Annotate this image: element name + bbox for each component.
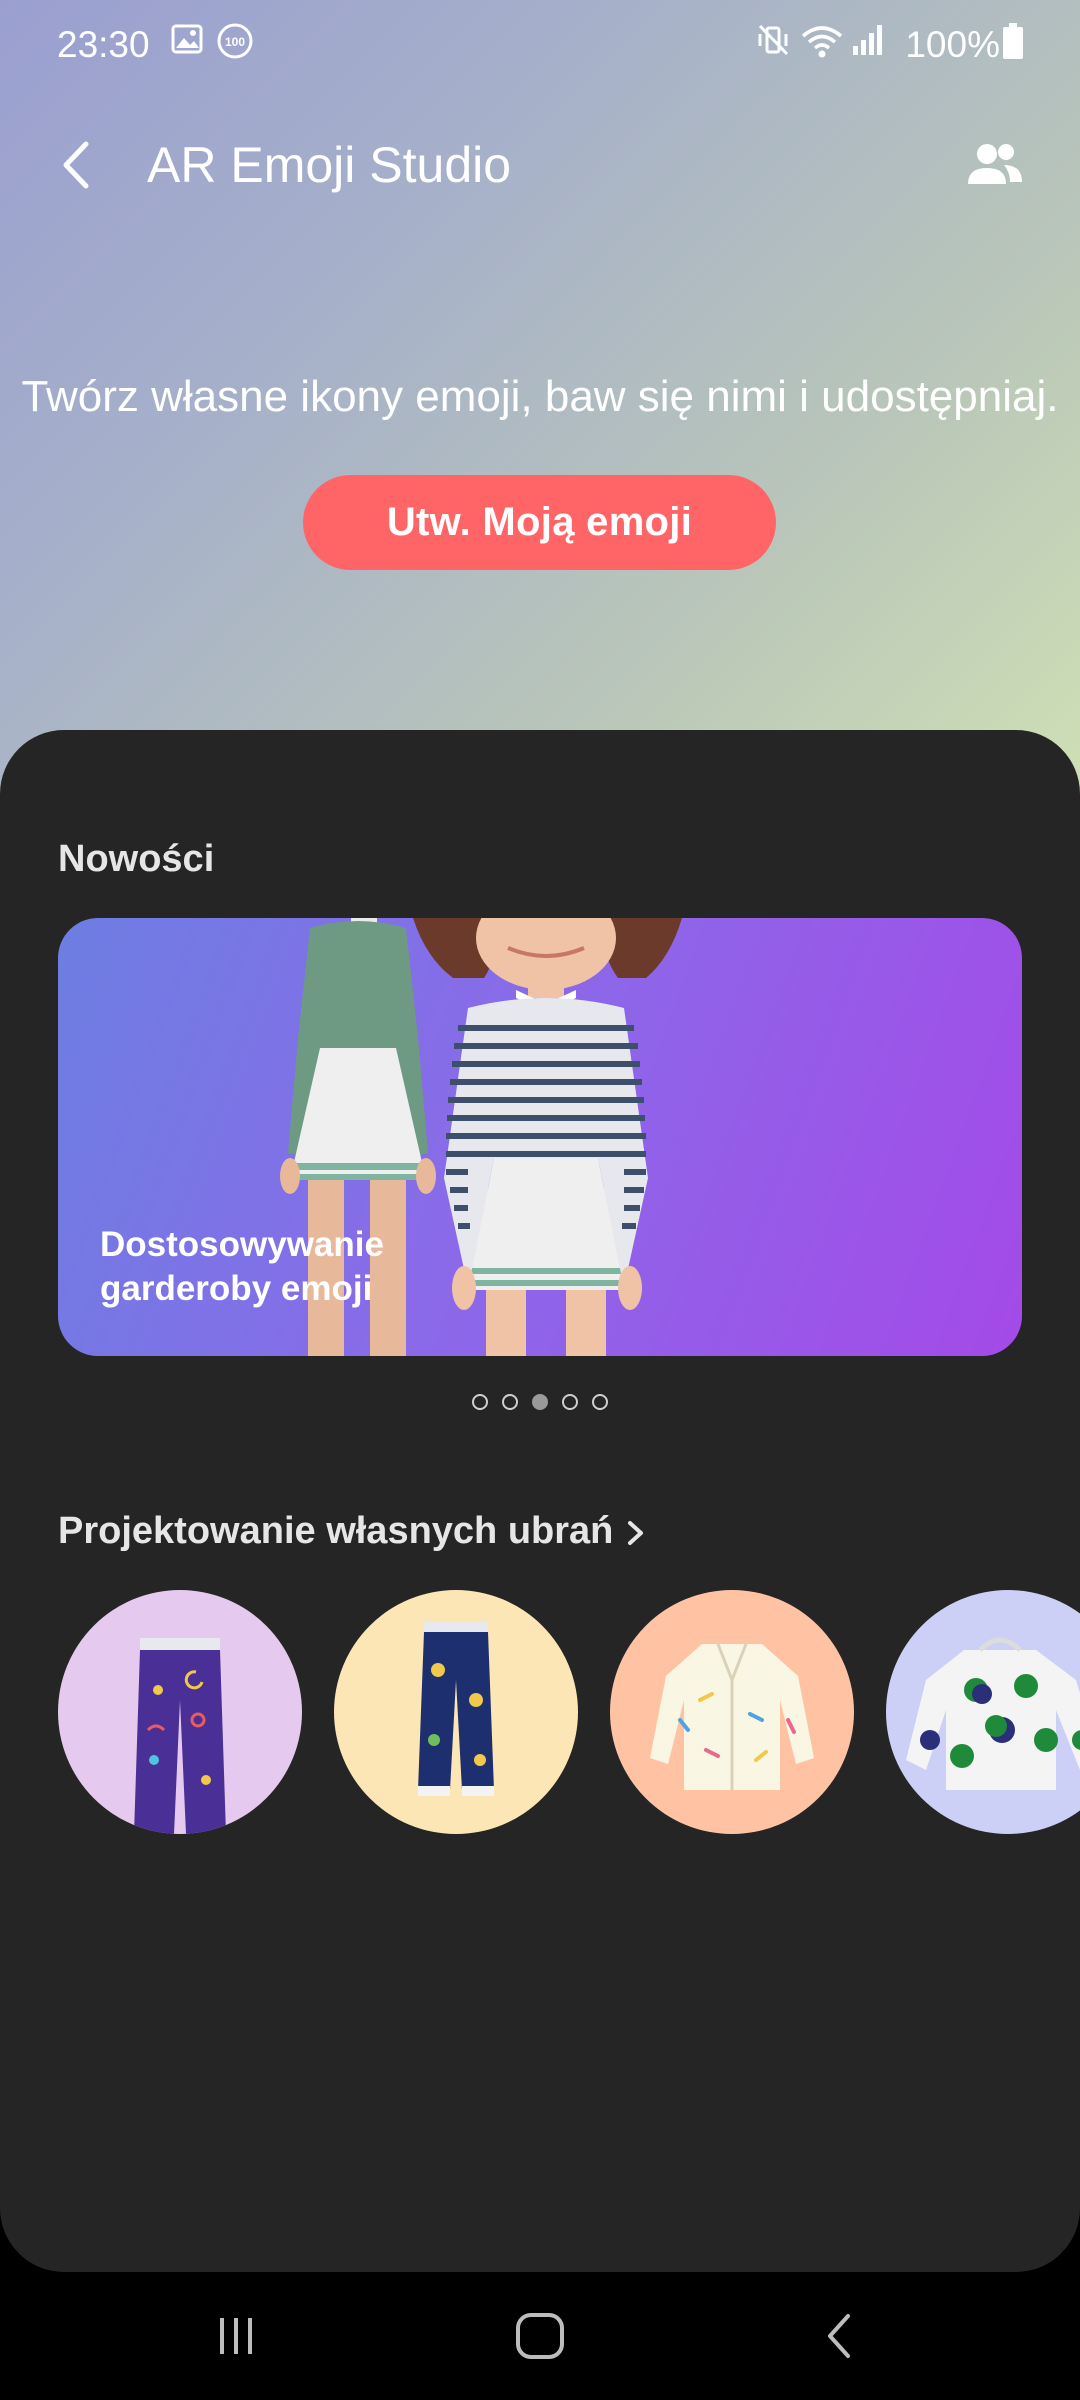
battery-percent: 100%	[905, 24, 1000, 65]
svg-text:100: 100	[225, 35, 245, 49]
recents-icon	[220, 2318, 252, 2354]
notification-100-icon: 100	[217, 23, 253, 59]
home-icon	[516, 2313, 564, 2359]
app-bar: AR Emoji Studio	[0, 110, 1080, 220]
status-bar: 23:30 100 100%	[0, 0, 1080, 90]
home-button[interactable]	[500, 2306, 580, 2366]
banner-caption: Dostosowywanie garderoby emoji	[100, 1225, 384, 1308]
cream-jacket-image	[650, 1643, 814, 1790]
clothing-item-cream-jacket[interactable]	[610, 1590, 854, 1834]
news-section-title: Nowości	[58, 838, 215, 880]
back-icon	[828, 2314, 850, 2358]
clothing-item-purple-pants[interactable]	[58, 1590, 302, 1834]
clothing-item-navy-floral-pants[interactable]	[334, 1590, 578, 1834]
screen: 23:30 100 100% AR Emoji Studio Twórz wła…	[0, 0, 1080, 2400]
app-title: AR Emoji Studio	[147, 137, 512, 193]
back-button[interactable]	[50, 130, 110, 200]
chevron-right-icon[interactable]	[622, 1515, 650, 1551]
mute-vibrate-icon	[758, 24, 789, 56]
hero-text: Twórz własne ikony emoji, baw się nimi i…	[21, 372, 1059, 421]
create-emoji-button[interactable]: Utw. Moją emoji	[303, 475, 776, 570]
carousel-dot[interactable]	[502, 1394, 518, 1410]
back-nav-button[interactable]	[800, 2306, 880, 2366]
news-banner[interactable]: Dostosowywanie garderoby emoji	[58, 918, 1022, 1356]
signal-icon	[853, 25, 882, 55]
status-time: 23:30	[57, 24, 150, 65]
carousel-dot[interactable]	[472, 1394, 488, 1410]
carousel-dot-active[interactable]	[532, 1394, 548, 1410]
people-icon	[968, 144, 1022, 184]
battery-icon	[1003, 23, 1023, 59]
wifi-icon	[801, 26, 843, 58]
image-icon	[171, 24, 203, 54]
carousel-indicator	[0, 1394, 1080, 1410]
people-button[interactable]	[960, 132, 1030, 202]
purple-pants-image	[134, 1638, 226, 1834]
navy-floral-pants-image	[418, 1622, 494, 1796]
design-clothes-link[interactable]: Projektowanie własnych ubrań	[58, 1510, 613, 1553]
back-arrow-icon	[63, 141, 89, 189]
carousel-dot[interactable]	[562, 1394, 578, 1410]
recents-button[interactable]	[196, 2306, 276, 2366]
carousel-dot[interactable]	[592, 1394, 608, 1410]
navigation-bar	[0, 2272, 1080, 2400]
